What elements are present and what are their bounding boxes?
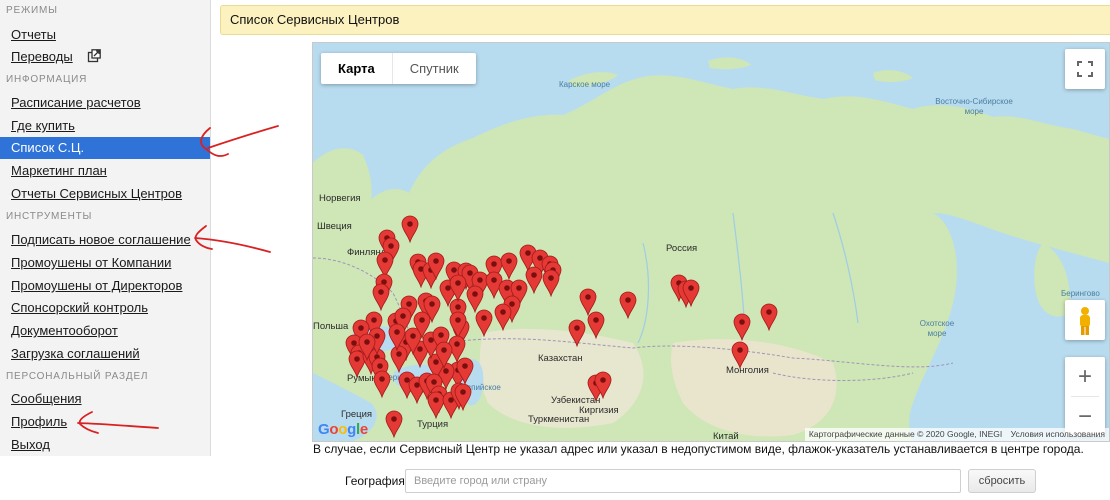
map-label-russia: Россия [666, 243, 698, 254]
zoom-control: + − [1065, 357, 1105, 436]
sidebar-item-logout[interactable]: Выход [0, 434, 210, 456]
map-pin-icon[interactable] [733, 313, 751, 341]
arrow-service-centers [207, 125, 279, 149]
sidebar-item-sign-agreement[interactable]: Подписать новое соглашение [0, 229, 210, 251]
map-pin-icon[interactable] [760, 303, 778, 331]
sidebar-item-director-promos[interactable]: Промоушены от Директоров [0, 275, 210, 297]
map-note: В случае, если Сервисный Центр не указал… [313, 442, 1084, 456]
map-type-control: Карта Спутник [321, 53, 476, 84]
map-pin-icon[interactable] [682, 279, 700, 307]
sidebar-item-company-promos[interactable]: Промоушены от Компании [0, 252, 210, 274]
zoom-in-button[interactable]: + [1065, 357, 1105, 396]
map-pin-icon[interactable] [731, 341, 749, 369]
map-label-china: Китай [713, 431, 739, 442]
map-label-bering: Берингово [1061, 289, 1100, 298]
map-pin-icon[interactable] [388, 323, 406, 351]
section-heading-tools: ИНСТРУМЕНТЫ [6, 211, 93, 222]
section-heading-information: ИНФОРМАЦИЯ [6, 74, 88, 85]
external-link-icon[interactable] [87, 49, 101, 63]
map-type-satellite-button[interactable]: Спутник [393, 53, 476, 84]
sidebar-item-sponsor-control[interactable]: Спонсорский контроль [0, 297, 210, 319]
service-centers-map[interactable]: Карское море Восточно-Сибирское море Рос… [312, 42, 1110, 442]
map-label-east-siberian-sea: Восточно-Сибирское море [935, 97, 1013, 116]
map-label-kara-sea: Карское море [559, 80, 611, 89]
map-pin-icon[interactable] [542, 269, 560, 297]
map-pin-icon[interactable] [587, 311, 605, 339]
sidebar-item-marketing-plan[interactable]: Маркетинг план [0, 160, 210, 182]
map-label-okhotsk-sea: Охотское море [919, 319, 955, 338]
map-pin-icon[interactable] [525, 266, 543, 294]
attribution-text: Картографические данные © 2020 Google, I… [808, 429, 1003, 439]
map-label-greece: Греция [341, 409, 373, 420]
google-logo: Google [318, 421, 368, 438]
terms-link[interactable]: Условия использования [1011, 429, 1105, 439]
map-pin-icon[interactable] [358, 333, 376, 361]
map-pin-icon[interactable] [449, 274, 467, 302]
map-pin-icon[interactable] [619, 291, 637, 319]
sidebar: РЕЖИМЫ Отчеты Переводы ИНФОРМАЦИЯ Распис… [0, 0, 211, 456]
map-label-norway: Норвегия [319, 193, 361, 204]
map-label-kazakhstan: Казахстан [538, 353, 583, 364]
section-heading-modes: РЕЖИМЫ [6, 5, 58, 16]
geography-input[interactable] [405, 469, 961, 493]
map-label-kyrgyzstan: Киргизия [579, 405, 619, 416]
map-pin-icon[interactable] [401, 215, 419, 243]
map-pin-icon[interactable] [568, 319, 586, 347]
map-label-poland: Польша [313, 321, 349, 332]
section-heading-personal: ПЕРСОНАЛЬНЫЙ РАЗДЕЛ [6, 371, 149, 382]
sidebar-item-where-to-buy[interactable]: Где купить [0, 115, 210, 137]
sidebar-item-upload-agreements[interactable]: Загрузка соглашений [0, 343, 210, 365]
street-view-button[interactable] [1065, 300, 1105, 340]
map-type-map-button[interactable]: Карта [321, 53, 393, 84]
sidebar-item-documents[interactable]: Документооборот [0, 320, 210, 342]
fullscreen-button[interactable] [1065, 49, 1105, 89]
reset-button[interactable]: сбросить [968, 469, 1036, 493]
geography-label: География [345, 474, 405, 488]
map-attribution: Картографические данные © 2020 Google, I… [804, 428, 1109, 441]
map-pin-icon[interactable] [385, 410, 403, 438]
sidebar-item-service-center-reports[interactable]: Отчеты Сервисных Центров [0, 183, 210, 205]
map-pin-icon[interactable] [413, 311, 431, 339]
map-pin-icon[interactable] [475, 309, 493, 337]
page-title: Список Сервисных Центров [220, 5, 1110, 35]
pegman-icon [1080, 307, 1090, 335]
fullscreen-icon [1077, 61, 1093, 77]
map-label-turkey: Турция [417, 419, 449, 430]
map-pin-icon[interactable] [435, 341, 453, 369]
sidebar-item-service-centers[interactable]: Список С.Ц. [0, 137, 210, 159]
sidebar-item-transfers[interactable]: Переводы [0, 46, 80, 68]
map-pin-icon[interactable] [456, 357, 474, 385]
sidebar-item-schedule[interactable]: Расписание расчетов [0, 92, 210, 114]
sidebar-item-profile[interactable]: Профиль [0, 411, 210, 433]
map-pin-icon[interactable] [373, 370, 391, 398]
map-pin-icon[interactable] [427, 252, 445, 280]
sidebar-item-reports[interactable]: Отчеты [0, 24, 210, 46]
map-pin-icon[interactable] [372, 283, 390, 311]
map-label-sweden: Швеция [317, 221, 352, 232]
map-pin-icon[interactable] [454, 383, 472, 411]
sidebar-item-messages[interactable]: Сообщения [0, 388, 210, 410]
map-pin-icon[interactable] [594, 371, 612, 399]
map-pin-icon[interactable] [494, 303, 512, 331]
